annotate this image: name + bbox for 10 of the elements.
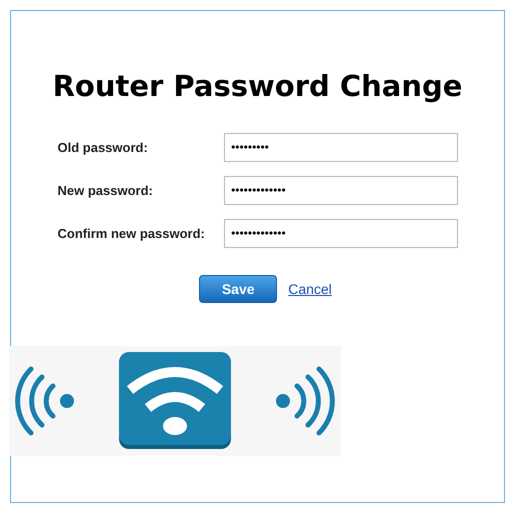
password-field[interactable]: ••••••••••••• <box>224 176 458 205</box>
save-button[interactable]: Save <box>199 275 278 303</box>
password-field[interactable]: ••••••••••••• <box>224 219 458 248</box>
wifi-icon <box>118 352 232 450</box>
field-label: Confirm new password: <box>58 226 206 241</box>
cancel-link[interactable]: Cancel <box>288 281 332 297</box>
field-label: New password: <box>58 183 154 198</box>
page-title: Router Password Change <box>52 69 462 103</box>
field-label: Old password: <box>58 140 149 155</box>
password-field[interactable]: ••••••••• <box>224 133 458 162</box>
